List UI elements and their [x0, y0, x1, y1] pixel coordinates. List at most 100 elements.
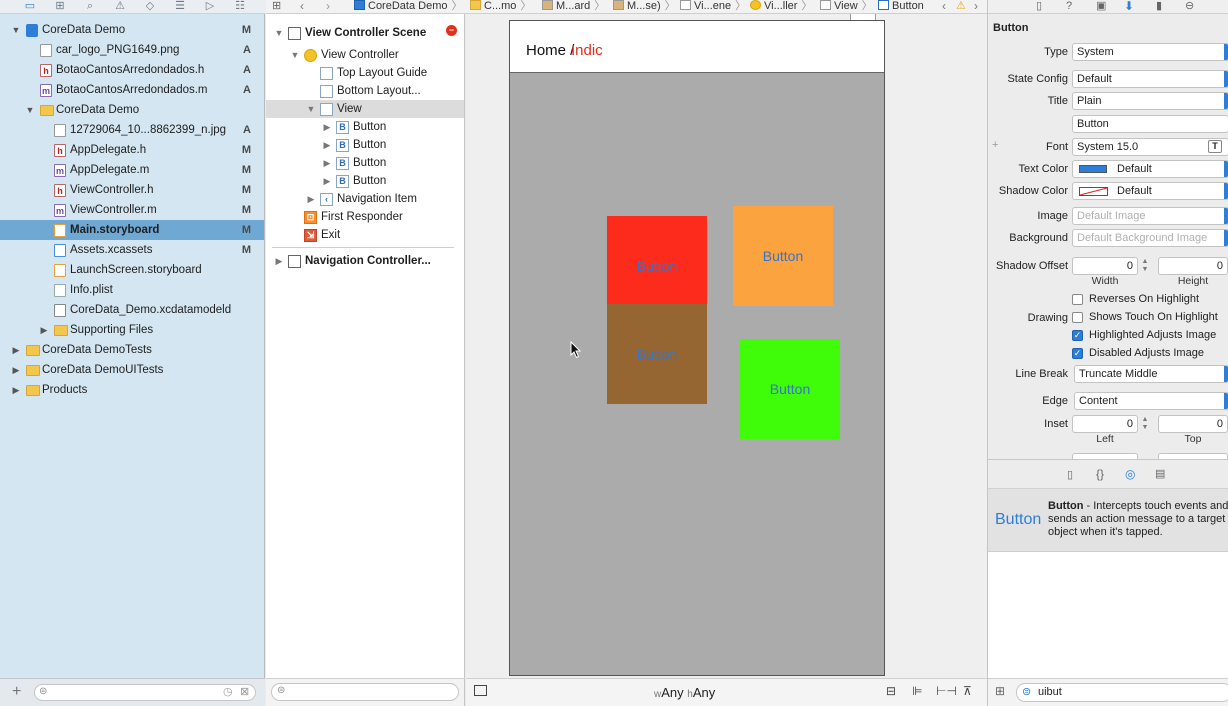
code-snippet-library-icon[interactable]: {} [1096, 467, 1104, 481]
green-button[interactable]: Button [740, 339, 840, 439]
related-items-icon[interactable]: ⊞ [272, 0, 281, 13]
outline-row[interactable]: ▼ View Controller Scene [266, 24, 464, 42]
breadcrumb-storyboard[interactable]: M...ard 〉 [542, 0, 605, 13]
shadow-color-popup[interactable]: Default [1072, 182, 1228, 200]
disclosure-closed-icon[interactable]: ▶ [322, 118, 332, 136]
modified-files-icon[interactable]: ⊠ [240, 685, 249, 698]
outline-row[interactable]: ▶ B Button [266, 136, 464, 154]
pin-icon[interactable]: ⊢⊣ [936, 684, 957, 698]
disclosure-closed-icon[interactable]: ▶ [10, 360, 22, 380]
file-tree-row[interactable]: h ViewController.h M [0, 180, 264, 200]
orange-button[interactable]: Button [733, 206, 833, 306]
outline-row[interactable]: ▶ B Button [266, 154, 464, 172]
size-class-control[interactable]: wAny hAny [654, 685, 715, 700]
breadcrumb-scene[interactable]: Vi...ene 〉 [680, 0, 746, 13]
inset-left-field[interactable]: 0 [1072, 415, 1138, 433]
red-button[interactable]: Button [607, 216, 707, 316]
navigation-bar[interactable]: Home / Indic [510, 21, 884, 73]
outline-row[interactable]: Bottom Layout... [266, 82, 464, 100]
breadcrumb-storyboard-base[interactable]: M...se) 〉 [613, 0, 676, 13]
outline-row[interactable]: ▶ B Button [266, 172, 464, 190]
quick-help-icon[interactable]: ? [1066, 0, 1072, 12]
breakpoint-navigator-icon[interactable]: ▷ [202, 0, 218, 12]
grid-view-icon[interactable]: ⊞ [995, 684, 1005, 698]
shows-touch-checkbox[interactable] [1072, 312, 1083, 323]
reverses-on-highlight-checkbox[interactable] [1072, 294, 1083, 305]
line-break-popup[interactable]: Truncate Middle [1074, 365, 1228, 383]
add-file-button[interactable]: + [12, 684, 21, 700]
file-tree-row[interactable]: h AppDelegate.h M [0, 140, 264, 160]
outline-row[interactable]: Top Layout Guide [266, 64, 464, 82]
file-tree-row[interactable]: ▶ CoreData DemoUITests [0, 360, 264, 380]
size-inspector-icon[interactable]: ▮ [1156, 0, 1162, 12]
view-controller-scene[interactable]: Home / Indic Button Button Button Button [509, 20, 885, 676]
disclosure-open-icon[interactable]: ▼ [290, 46, 300, 64]
file-tree-row[interactable]: ▶ Products [0, 380, 264, 400]
outline-row[interactable]: ▼ View [266, 100, 464, 118]
disclosure-closed-icon[interactable]: ▶ [10, 380, 22, 400]
shadow-height-field[interactable]: 0 [1158, 257, 1228, 275]
file-tree-row[interactable]: CoreData_Demo.xcdatamodeld [0, 300, 264, 320]
disclosure-open-icon[interactable]: ▼ [10, 20, 22, 40]
resolve-issues-icon[interactable]: ⊼ [963, 684, 972, 698]
shadow-width-stepper[interactable]: ▲ ▼ [1141, 258, 1149, 276]
library-filter-field[interactable]: ⊜ uibut [1016, 683, 1228, 702]
breadcrumb-view-controller[interactable]: Vi...ller 〉 [750, 0, 812, 13]
file-tree-row[interactable]: ▼ CoreData Demo [0, 100, 264, 120]
next-issue-icon[interactable]: › [974, 0, 978, 13]
file-tree-row[interactable]: Info.plist [0, 280, 264, 300]
file-inspector-icon[interactable]: ▯ [1036, 0, 1042, 12]
file-tree-row[interactable]: LaunchScreen.storyboard [0, 260, 264, 280]
outline-row[interactable]: ▶ ‹ Navigation Item [266, 190, 464, 208]
background-combo[interactable]: Default Background Image [1072, 229, 1228, 247]
outline-filter-field[interactable]: ⊜ [271, 683, 459, 701]
file-tree-row[interactable]: car_logo_PNG1649.png A [0, 40, 264, 60]
symbol-navigator-icon[interactable]: ⊞ [52, 0, 68, 12]
title-text-field[interactable]: Button [1072, 115, 1228, 133]
test-navigator-icon[interactable]: ◇ [142, 0, 158, 12]
file-tree-row[interactable]: m ViewController.m M [0, 200, 264, 220]
previous-issue-icon[interactable]: ‹ [942, 0, 946, 13]
text-color-popup[interactable]: Default [1072, 160, 1228, 178]
breadcrumb-button[interactable]: Button [878, 0, 924, 13]
forward-arrow-icon[interactable]: › [326, 0, 330, 13]
breadcrumb-project[interactable]: CoreData Demo 〉 [354, 0, 462, 13]
disclosure-open-icon[interactable]: ▼ [274, 24, 284, 42]
disclosure-closed-icon[interactable]: ▶ [306, 190, 316, 208]
inset-left-stepper[interactable]: ▲ ▼ [1141, 416, 1149, 434]
file-tree-row[interactable]: Main.storyboard M [0, 220, 264, 240]
disclosure-open-icon[interactable]: ▼ [306, 100, 316, 118]
find-navigator-icon[interactable]: ⌕ [82, 0, 98, 12]
highlighted-adjusts-checkbox[interactable]: ✓ [1072, 330, 1083, 341]
disclosure-closed-icon[interactable]: ▶ [38, 320, 50, 340]
file-template-library-icon[interactable]: ▯ [1067, 468, 1073, 481]
file-tree-row[interactable]: h BotaoCantosArredondados.h A [0, 60, 264, 80]
file-tree-row[interactable]: Assets.xcassets M [0, 240, 264, 260]
disclosure-closed-icon[interactable]: ▶ [322, 172, 332, 190]
file-tree-row[interactable]: ▼ CoreData Demo M [0, 20, 264, 40]
file-tree-row[interactable]: ▶ Supporting Files [0, 320, 264, 340]
issue-navigator-icon[interactable]: ⚠ [112, 0, 128, 12]
disabled-adjusts-checkbox[interactable]: ✓ [1072, 348, 1083, 359]
title-type-popup[interactable]: Plain [1072, 92, 1228, 110]
object-library-icon[interactable]: ◎ [1125, 467, 1135, 481]
identity-inspector-icon[interactable]: ▣ [1096, 0, 1106, 12]
type-popup[interactable]: System [1072, 43, 1228, 61]
file-tree-row[interactable]: 12729064_10...8862399_n.jpg A [0, 120, 264, 140]
file-tree-row[interactable]: m BotaoCantosArredondados.m A [0, 80, 264, 100]
outline-row[interactable]: ▶ B Button [266, 118, 464, 136]
outline-row[interactable]: ⊡ First Responder [266, 208, 464, 226]
error-badge-icon[interactable]: − [446, 25, 457, 36]
disclosure-closed-icon[interactable]: ▶ [322, 136, 332, 154]
outline-row[interactable]: ▶ Navigation Controller... [266, 252, 464, 270]
connections-inspector-icon[interactable]: ⊖ [1185, 0, 1194, 12]
disclosure-closed-icon[interactable]: ▶ [322, 154, 332, 172]
navigator-filter-field[interactable]: ⊜ ◷ ⊠ [34, 684, 256, 701]
outline-row[interactable]: ⇲ Exit [266, 226, 464, 244]
warning-icon[interactable]: ⚠ [956, 0, 966, 13]
edge-popup[interactable]: Content [1074, 392, 1228, 410]
report-navigator-icon[interactable]: ☷ [232, 0, 248, 12]
image-combo[interactable]: Default Image [1072, 207, 1228, 225]
file-tree-row[interactable]: m AppDelegate.m M [0, 160, 264, 180]
media-library-icon[interactable]: ▤ [1155, 467, 1165, 480]
